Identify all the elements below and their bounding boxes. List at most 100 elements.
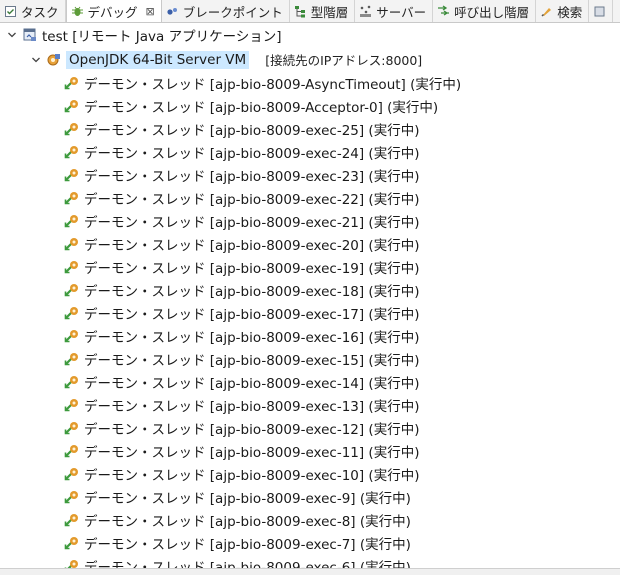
tab-type-hierarchy-label: 型階層: [310, 4, 349, 20]
thread-row[interactable]: デーモン・スレッド [ajp-bio-8009-exec-6] (実行中): [64, 554, 411, 568]
thread-row[interactable]: デーモン・スレッド [ajp-bio-8009-exec-10] (実行中): [64, 462, 419, 485]
horizontal-scrollbar[interactable]: [0, 568, 620, 575]
thread-row[interactable]: デーモン・スレッド [ajp-bio-8009-exec-7] (実行中): [64, 531, 411, 554]
thread-label: デーモン・スレッド [ajp-bio-8009-exec-12] (実行中): [84, 421, 420, 438]
thread-row[interactable]: デーモン・スレッド [ajp-bio-8009-exec-25] (実行中): [64, 117, 419, 140]
tab-search[interactable]: 検索: [536, 0, 590, 22]
thread-label: デーモン・スレッド [ajp-bio-8009-exec-15] (実行中): [84, 352, 420, 369]
thread-row[interactable]: デーモン・スレッド [ajp-bio-8009-exec-24] (実行中): [64, 140, 419, 163]
running-thread-icon: [64, 190, 80, 206]
thread-row[interactable]: デーモン・スレッド [ajp-bio-8009-exec-15] (実行中): [64, 347, 419, 370]
thread-row[interactable]: デーモン・スレッド [ajp-bio-8009-exec-21] (実行中): [64, 209, 419, 232]
close-icon[interactable]: ⊠: [146, 5, 155, 18]
thread-label: デーモン・スレッド [ajp-bio-8009-exec-11] (実行中): [84, 444, 420, 461]
running-thread-icon: [64, 512, 80, 528]
running-thread-icon: [64, 558, 80, 568]
tab-tasks-label: タスク: [21, 4, 59, 20]
thread-row[interactable]: デーモン・スレッド [ajp-bio-8009-exec-22] (実行中): [64, 186, 419, 209]
running-thread-icon: [64, 236, 80, 252]
thread-row[interactable]: デーモン・スレッド [ajp-bio-8009-exec-17] (実行中): [64, 301, 419, 324]
thread-row[interactable]: デーモン・スレッド [ajp-bio-8009-exec-23] (実行中): [64, 163, 419, 186]
vm-label: OpenJDK 64-Bit Server VM: [66, 50, 250, 69]
tab-servers[interactable]: サーバー: [355, 0, 434, 22]
running-thread-icon: [64, 167, 80, 183]
thread-row[interactable]: デーモン・スレッド [ajp-bio-8009-exec-11] (実行中): [64, 439, 419, 462]
tab-call-hierarchy[interactable]: 呼び出し階層: [433, 0, 537, 22]
thread-label: デーモン・スレッド [ajp-bio-8009-exec-25] (実行中): [84, 122, 420, 139]
thread-label: デーモン・スレッド [ajp-bio-8009-exec-20] (実行中): [84, 237, 420, 254]
thread-label: デーモン・スレッド [ajp-bio-8009-exec-10] (実行中): [84, 467, 420, 484]
thread-label: デーモン・スレッド [ajp-bio-8009-exec-13] (実行中): [84, 398, 420, 415]
running-thread-icon: [64, 121, 80, 137]
thread-label: デーモン・スレッド [ajp-bio-8009-exec-7] (実行中): [84, 536, 411, 553]
task-icon: [4, 5, 17, 18]
running-thread-icon: [64, 351, 80, 367]
tab-servers-label: サーバー: [376, 4, 427, 20]
chevron-down-icon[interactable]: [30, 54, 42, 66]
running-thread-icon: [64, 489, 80, 505]
connection-address: [接続先のIPアドレス:8000]: [265, 53, 423, 68]
thread-row[interactable]: デーモン・スレッド [ajp-bio-8009-Acceptor-0] (実行中…: [64, 94, 438, 117]
running-thread-icon: [64, 282, 80, 298]
type-hierarchy-icon: [294, 5, 307, 18]
debug-icon: [71, 5, 84, 18]
running-thread-icon: [64, 535, 80, 551]
tab-debug-label: デバッグ: [87, 5, 138, 20]
running-thread-icon: [64, 75, 80, 91]
tab-call-hierarchy-label: 呼び出し階層: [454, 4, 530, 20]
tab-type-hierarchy[interactable]: 型階層: [290, 0, 356, 22]
thread-label: デーモン・スレッド [ajp-bio-8009-exec-21] (実行中): [84, 214, 420, 231]
thread-row[interactable]: デーモン・スレッド [ajp-bio-8009-exec-18] (実行中): [64, 278, 419, 301]
thread-row[interactable]: デーモン・スレッド [ajp-bio-8009-exec-20] (実行中): [64, 232, 419, 255]
thread-label: デーモン・スレッド [ajp-bio-8009-exec-19] (実行中): [84, 260, 420, 277]
running-thread-icon: [64, 374, 80, 390]
thread-label: デーモン・スレッド [ajp-bio-8009-AsyncTimeout] (実…: [84, 76, 462, 93]
tree-row-launch[interactable]: test [リモート Java アプリケーション]: [6, 23, 282, 46]
thread-row[interactable]: デーモン・スレッド [ajp-bio-8009-AsyncTimeout] (実…: [64, 71, 461, 94]
launch-label: test [リモート Java アプリケーション]: [42, 28, 282, 45]
chevron-down-icon[interactable]: [6, 29, 18, 41]
tree-row-vm[interactable]: OpenJDK 64-Bit Server VM [接続先のIPアドレス:800…: [30, 48, 422, 71]
tab-debug[interactable]: デバッグ ⊠: [65, 0, 162, 22]
thread-label: デーモン・スレッド [ajp-bio-8009-exec-6] (実行中): [84, 559, 411, 569]
thread-row[interactable]: デーモン・スレッド [ajp-bio-8009-exec-19] (実行中): [64, 255, 419, 278]
tab-overflow[interactable]: [589, 0, 614, 22]
running-thread-icon: [64, 397, 80, 413]
tab-breakpoints-label: ブレークポイント: [182, 4, 283, 20]
tab-breakpoints[interactable]: ブレークポイント: [162, 0, 290, 22]
thread-label: デーモン・スレッド [ajp-bio-8009-Acceptor-0] (実行中…: [84, 99, 439, 116]
thread-label: デーモン・スレッド [ajp-bio-8009-exec-8] (実行中): [84, 513, 411, 530]
call-hierarchy-icon: [437, 4, 450, 18]
thread-row[interactable]: デーモン・スレッド [ajp-bio-8009-exec-13] (実行中): [64, 393, 419, 416]
search-icon: [540, 5, 553, 18]
breakpoint-icon: [166, 5, 179, 18]
view-menu-icon: [593, 5, 606, 18]
thread-label: デーモン・スレッド [ajp-bio-8009-exec-14] (実行中): [84, 375, 420, 392]
thread-label: デーモン・スレッド [ajp-bio-8009-exec-23] (実行中): [84, 168, 420, 185]
thread-label: デーモン・スレッド [ajp-bio-8009-exec-16] (実行中): [84, 329, 420, 346]
running-thread-icon: [64, 259, 80, 275]
thread-row[interactable]: デーモン・スレッド [ajp-bio-8009-exec-16] (実行中): [64, 324, 419, 347]
thread-label: デーモン・スレッド [ajp-bio-8009-exec-17] (実行中): [84, 306, 420, 323]
thread-label: デーモン・スレッド [ajp-bio-8009-exec-22] (実行中): [84, 191, 420, 208]
thread-row[interactable]: デーモン・スレッド [ajp-bio-8009-exec-9] (実行中): [64, 485, 411, 508]
debug-tree: test [リモート Java アプリケーション] OpenJDK 64-Bit…: [0, 23, 620, 568]
running-thread-icon: [64, 420, 80, 436]
running-thread-icon: [64, 466, 80, 482]
thread-row[interactable]: デーモン・スレッド [ajp-bio-8009-exec-8] (実行中): [64, 508, 411, 531]
running-thread-icon: [64, 144, 80, 160]
tab-tasks[interactable]: タスク: [0, 0, 66, 22]
running-thread-icon: [64, 98, 80, 114]
running-thread-icon: [64, 213, 80, 229]
running-thread-icon: [64, 305, 80, 321]
tab-search-label: 検索: [557, 4, 583, 20]
thread-label: デーモン・スレッド [ajp-bio-8009-exec-18] (実行中): [84, 283, 420, 300]
thread-row[interactable]: デーモン・スレッド [ajp-bio-8009-exec-14] (実行中): [64, 370, 419, 393]
running-thread-icon: [64, 328, 80, 344]
servers-icon: [359, 5, 372, 18]
jvm-icon: [46, 52, 62, 68]
thread-label: デーモン・スレッド [ajp-bio-8009-exec-24] (実行中): [84, 145, 420, 162]
thread-row[interactable]: デーモン・スレッド [ajp-bio-8009-exec-12] (実行中): [64, 416, 419, 439]
thread-label: デーモン・スレッド [ajp-bio-8009-exec-9] (実行中): [84, 490, 411, 507]
view-tab-bar: タスク デバッグ ⊠ ブレークポイント 型階層 サーバー 呼び出し階層 検索: [0, 0, 620, 23]
